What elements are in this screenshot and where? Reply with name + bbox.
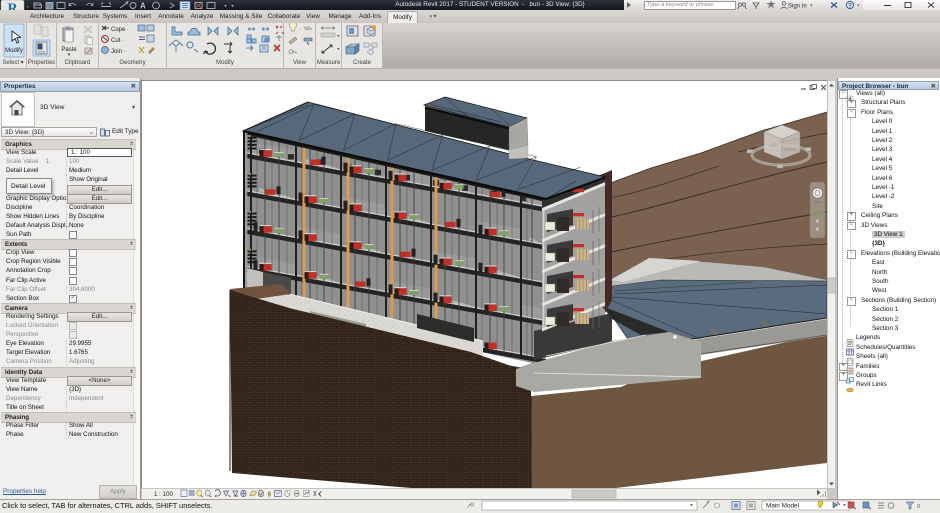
svg-text:0: 0 — [917, 504, 920, 510]
svg-text:Modify: Modify — [5, 48, 23, 54]
svg-text:Paste: Paste — [61, 47, 77, 53]
svg-text:·: · — [299, 27, 301, 33]
svg-text:Sign In: Sign In — [788, 3, 807, 9]
svg-text:?: ? — [848, 3, 852, 10]
svg-text:LEFT: LEFT — [769, 143, 779, 148]
svg-text:Cut ·: Cut · — [111, 38, 124, 44]
svg-text:Cope ·: Cope · — [111, 27, 129, 33]
svg-text:Main Model: Main Model — [766, 503, 799, 510]
svg-text:1 : 100: 1 : 100 — [154, 491, 173, 498]
svg-text:Join ·: Join · — [111, 49, 126, 55]
svg-text:9: 9 — [268, 491, 272, 499]
svg-text:FRONT: FRONT — [784, 147, 798, 152]
